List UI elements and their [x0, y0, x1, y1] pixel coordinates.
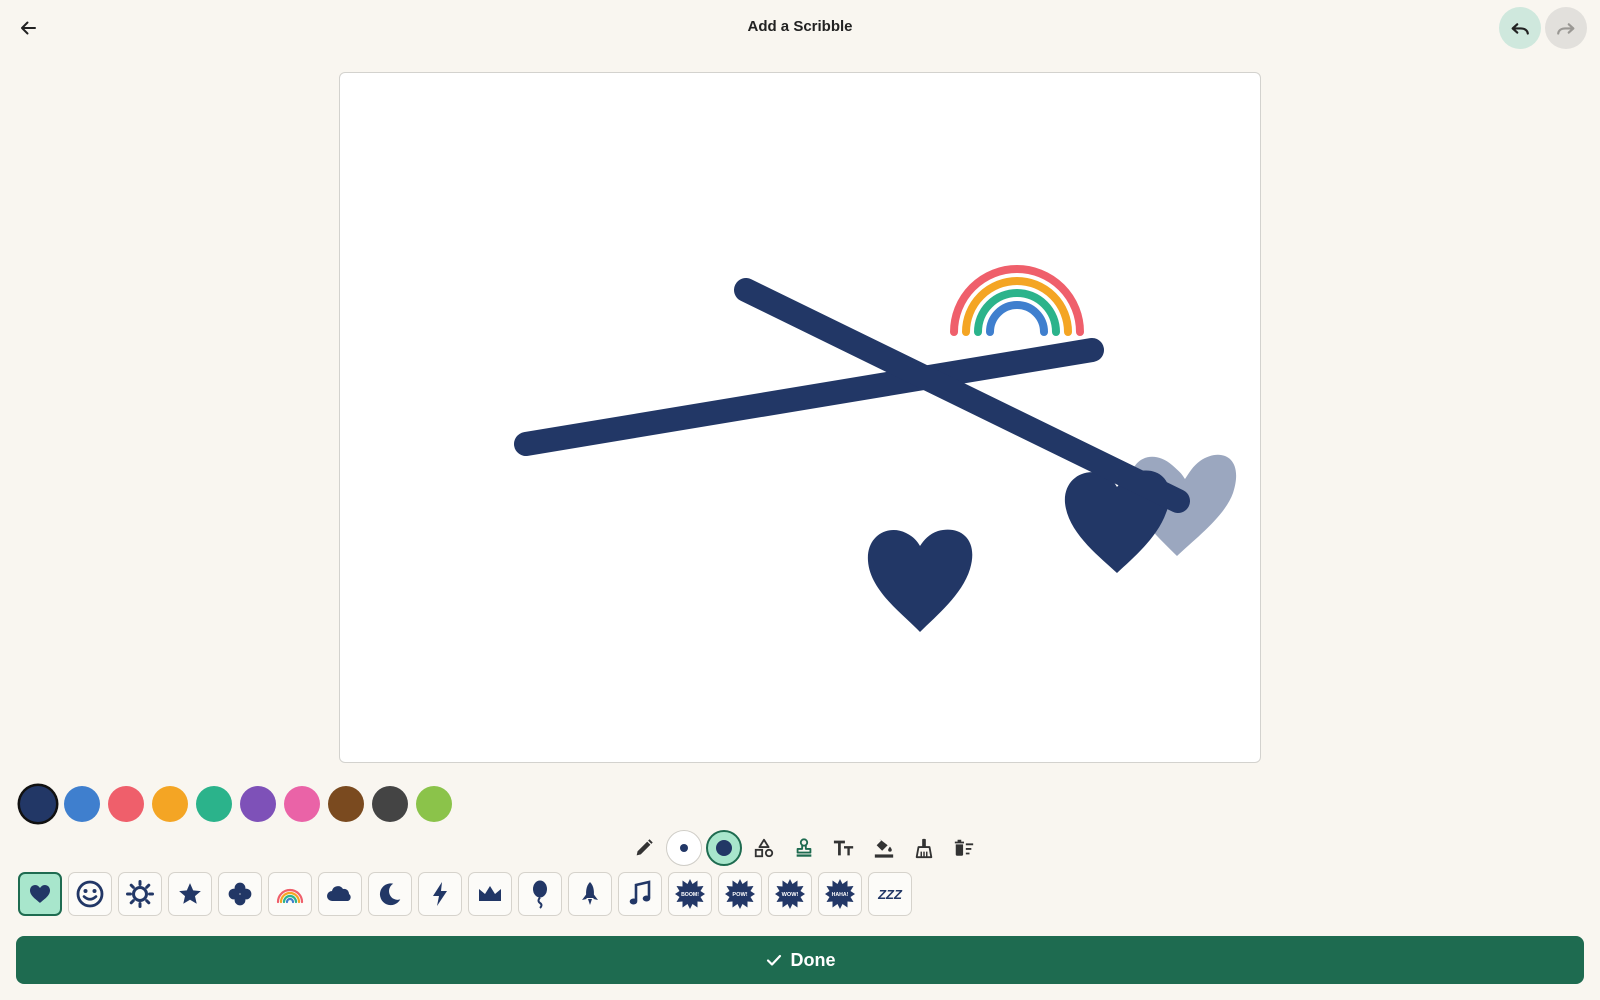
svg-text:BOOM!: BOOM! — [681, 892, 699, 898]
color-swatch-red[interactable] — [108, 786, 144, 822]
shapes-tool[interactable] — [744, 828, 784, 868]
sticker-star[interactable] — [168, 872, 212, 916]
small-dot-icon — [680, 844, 688, 852]
burst-icon: POW! — [725, 879, 755, 909]
color-swatch-orange[interactable] — [152, 786, 188, 822]
done-button[interactable]: Done — [16, 936, 1584, 984]
cloud-icon — [327, 886, 351, 901]
sticker-moon[interactable] — [368, 872, 412, 916]
sticker-smiley[interactable] — [68, 872, 112, 916]
eraser-tool[interactable] — [904, 828, 944, 868]
sticker-boom[interactable]: BOOM! — [668, 872, 712, 916]
burst-icon: WOW! — [775, 879, 805, 909]
sticker-music[interactable] — [618, 872, 662, 916]
heart-icon — [30, 885, 50, 903]
color-swatch-pink[interactable] — [284, 786, 320, 822]
moon-icon — [379, 883, 401, 906]
stamp-tool[interactable] — [784, 828, 824, 868]
sticker-pow[interactable]: POW! — [718, 872, 762, 916]
sticker-heart[interactable] — [18, 872, 62, 916]
color-swatch-dark-gray[interactable] — [372, 786, 408, 822]
svg-text:POW!: POW! — [732, 892, 747, 898]
svg-text:ZZZ: ZZZ — [877, 887, 903, 902]
pencil-tool[interactable] — [624, 828, 664, 868]
color-swatch-brown[interactable] — [328, 786, 364, 822]
sticker-zzz[interactable]: ZZZ — [868, 872, 912, 916]
paint-bucket-icon — [874, 838, 894, 858]
text-size-icon — [833, 840, 854, 856]
burst-icon: HAHA! — [825, 879, 855, 909]
broom-icon — [915, 838, 933, 859]
clear-canvas-tool[interactable] — [944, 828, 984, 868]
sticker-rainbow[interactable] — [268, 872, 312, 916]
flower-icon — [228, 882, 252, 906]
heart-sticker[interactable] — [867, 529, 973, 632]
sun-icon — [126, 880, 154, 908]
redo-icon — [1557, 23, 1575, 35]
drawing-canvas[interactable] — [339, 72, 1261, 763]
color-swatch-navy[interactable] — [20, 786, 56, 822]
sticker-wow[interactable]: WOW! — [768, 872, 812, 916]
tool-bar — [624, 828, 984, 868]
color-swatch-blue[interactable] — [64, 786, 100, 822]
large-dot-icon — [716, 840, 732, 856]
zzz-icon: ZZZ — [877, 887, 903, 902]
fill-tool[interactable] — [864, 828, 904, 868]
page-title: Add a Scribble — [747, 18, 853, 35]
sticker-flower[interactable] — [218, 872, 262, 916]
crown-icon — [479, 886, 501, 901]
redo-button[interactable] — [1545, 7, 1587, 49]
sticker-haha[interactable]: HAHA! — [818, 872, 862, 916]
sticker-crown[interactable] — [468, 872, 512, 916]
undo-icon — [1511, 23, 1529, 35]
balloon-icon — [533, 880, 547, 909]
sticker-picker: BOOM! POW! WOW! HAHA! ZZZ — [18, 872, 912, 916]
svg-text:HAHA!: HAHA! — [832, 892, 849, 898]
rainbow-icon — [276, 888, 304, 904]
brush-size-small[interactable] — [666, 830, 702, 866]
done-label: Done — [790, 949, 836, 970]
color-swatch-lime[interactable] — [416, 786, 452, 822]
music-note-icon — [629, 880, 651, 905]
sticker-sun[interactable] — [118, 872, 162, 916]
sticker-cloud[interactable] — [318, 872, 362, 916]
brush-size-large[interactable] — [706, 830, 742, 866]
color-swatch-purple[interactable] — [240, 786, 276, 822]
stamp-icon — [796, 838, 812, 857]
color-palette — [20, 786, 452, 822]
rainbow-sticker[interactable] — [950, 265, 1084, 336]
sticker-rocket[interactable] — [568, 872, 612, 916]
smiley-icon — [76, 880, 104, 908]
color-swatch-green[interactable] — [196, 786, 232, 822]
sticker-lightning[interactable] — [418, 872, 462, 916]
star-icon — [179, 883, 201, 904]
text-tool[interactable] — [824, 828, 864, 868]
lightning-icon — [433, 882, 447, 906]
pencil-icon — [636, 839, 653, 856]
undo-button[interactable] — [1499, 7, 1541, 49]
sticker-balloon[interactable] — [518, 872, 562, 916]
shapes-icon — [754, 838, 774, 858]
burst-icon: BOOM! — [675, 879, 705, 909]
check-icon — [766, 954, 781, 966]
svg-text:WOW!: WOW! — [782, 892, 799, 898]
delete-sweep-icon — [954, 839, 974, 856]
rocket-icon — [582, 882, 598, 905]
